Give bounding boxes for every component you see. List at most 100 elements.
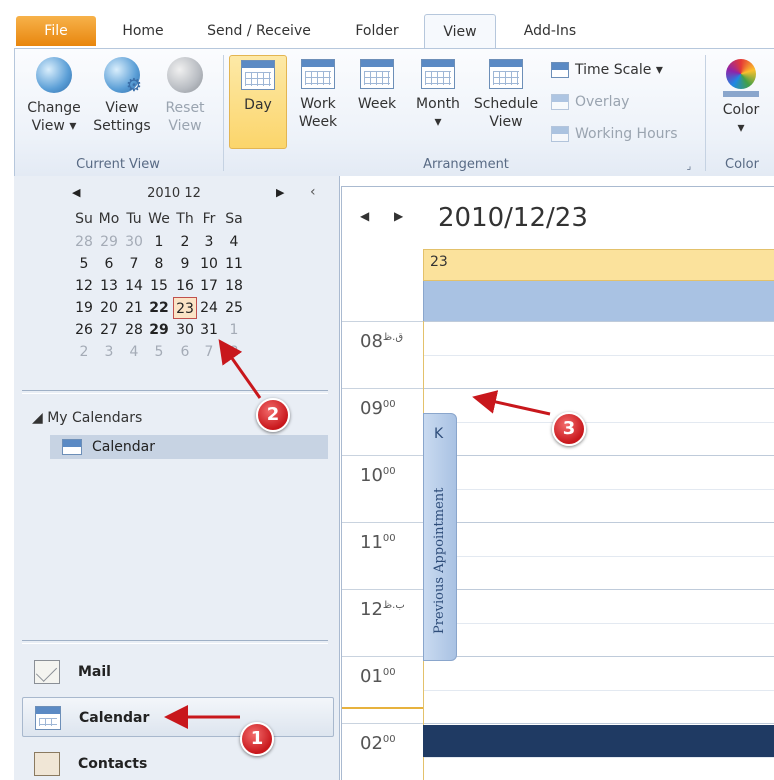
nav-buttons-splitter[interactable] — [22, 640, 328, 644]
week-button[interactable]: Week — [349, 59, 405, 113]
date-cell[interactable]: 22 — [147, 297, 171, 319]
date-cell[interactable]: 4 — [122, 341, 146, 363]
group-separator — [705, 55, 706, 171]
date-cell[interactable]: 27 — [97, 319, 121, 341]
date-cell[interactable]: 28 — [122, 319, 146, 341]
date-cell[interactable]: 7 — [197, 341, 221, 363]
reset-view-button[interactable]: Reset View — [155, 57, 215, 135]
hour-slot-line — [424, 656, 774, 657]
calendar-folder-item[interactable]: Calendar — [50, 435, 328, 459]
tab-file[interactable]: File — [16, 16, 96, 46]
date-cell[interactable]: 2 — [72, 341, 96, 363]
date-cell[interactable]: 24 — [197, 297, 221, 319]
day-time-grid[interactable] — [423, 321, 774, 780]
view-settings-button[interactable]: ⚙ View Settings — [89, 57, 155, 135]
tab-folder[interactable]: Folder — [344, 14, 410, 48]
date-cell[interactable]: 21 — [122, 297, 146, 319]
tab-send-receive[interactable]: Send / Receive — [196, 14, 322, 48]
date-cell[interactable]: 30 — [173, 319, 197, 341]
date-cell[interactable]: 3 — [97, 341, 121, 363]
collapse-pane-icon[interactable]: ‹ — [310, 184, 316, 200]
next-month-arrow-icon[interactable]: ▶ — [276, 186, 284, 199]
pane-splitter[interactable] — [22, 390, 328, 394]
time-scale-button[interactable]: Time Scale ▾ — [549, 59, 663, 81]
date-cell[interactable]: 25 — [222, 297, 246, 319]
date-cell[interactable]: 6 — [97, 253, 121, 275]
day-view-button[interactable]: Day — [229, 55, 287, 149]
hour-divider — [342, 388, 423, 389]
date-cell[interactable]: 7 — [122, 253, 146, 275]
work-week-button[interactable]: Work Week — [289, 59, 347, 131]
month-label: Month — [416, 96, 460, 112]
day-column-header[interactable]: 23 — [423, 249, 774, 281]
tab-home[interactable]: Home — [112, 14, 174, 48]
working-hours-button[interactable]: Working Hours — [549, 123, 678, 145]
date-cell[interactable]: 30 — [122, 231, 146, 253]
date-cell[interactable]: 19 — [72, 297, 96, 319]
arrangement-dialog-launcher[interactable]: ⌟ — [681, 161, 697, 172]
change-view-button[interactable]: Change View ▾ — [19, 57, 89, 135]
date-cell[interactable]: 8 — [147, 253, 171, 275]
date-cell[interactable]: 14 — [122, 275, 146, 297]
date-cell[interactable]: 5 — [72, 253, 96, 275]
date-cell[interactable]: 13 — [97, 275, 121, 297]
color-swatch — [723, 91, 759, 97]
color-wheel-icon — [726, 59, 756, 89]
date-cell[interactable]: 2 — [173, 231, 197, 253]
date-cell[interactable]: 1 — [147, 231, 171, 253]
hour-suffix: 00 — [382, 667, 396, 678]
date-cell[interactable]: 4 — [222, 231, 246, 253]
month-button[interactable]: Month ▾ — [409, 59, 467, 131]
tab-view[interactable]: View — [424, 14, 496, 48]
navigation-pane: ◀ 2010 12 ▶ ‹ Su Mo Tu We Th Fr Sa 28 29 30 1 2 3 4 5 6… — [14, 176, 340, 780]
date-cell[interactable]: 11 — [222, 253, 246, 275]
day-of-week-label: Mo — [98, 211, 120, 227]
date-cell[interactable]: 28 — [72, 231, 96, 253]
color-button[interactable]: Color ▾ — [711, 59, 771, 137]
work-week-label-2: Week — [298, 114, 338, 130]
date-cell[interactable]: 31 — [197, 319, 221, 341]
tab-add-ins[interactable]: Add-Ins — [510, 14, 590, 48]
date-cell[interactable]: 20 — [97, 297, 121, 319]
appointment-block[interactable] — [423, 725, 774, 757]
date-cell[interactable]: 18 — [222, 275, 246, 297]
date-cell[interactable]: 6 — [173, 341, 197, 363]
date-cell[interactable]: 15 — [147, 275, 171, 297]
month-dropdown-arrow: ▾ — [434, 114, 442, 130]
nav-contacts-button[interactable]: Contacts — [22, 744, 334, 780]
view-back-arrow-icon[interactable]: ◀ — [360, 209, 369, 223]
contacts-icon — [34, 752, 60, 776]
view-forward-arrow-icon[interactable]: ▶ — [394, 209, 403, 223]
ribbon-tab-bar: File Home Send / Receive Folder View Add… — [0, 0, 774, 48]
hour-suffix: ق.ظ — [382, 332, 404, 343]
overlay-button[interactable]: Overlay — [549, 91, 629, 113]
date-cell[interactable]: 5 — [147, 341, 171, 363]
my-calendars-header[interactable]: ◢ My Calendars — [32, 410, 142, 426]
hour-slot-line — [424, 321, 774, 322]
date-cell[interactable]: 12 — [72, 275, 96, 297]
nav-calendar-button[interactable]: Calendar — [22, 697, 334, 737]
nav-contacts-label: Contacts — [78, 756, 148, 772]
date-cell[interactable]: 8 — [222, 341, 246, 363]
reset-view-label: Reset — [165, 100, 205, 116]
schedule-view-button[interactable]: Schedule View — [469, 59, 543, 131]
selected-date-cell[interactable]: 23 — [173, 297, 197, 319]
week-calendar-icon — [360, 59, 394, 89]
date-cell[interactable]: 10 — [197, 253, 221, 275]
date-cell[interactable]: 17 — [197, 275, 221, 297]
date-cell[interactable]: 3 — [197, 231, 221, 253]
date-cell[interactable]: 9 — [173, 253, 197, 275]
all-day-event-area[interactable] — [423, 281, 774, 321]
date-cell[interactable]: 26 — [72, 319, 96, 341]
date-cell[interactable]: 29 — [147, 319, 171, 341]
previous-appointment-button[interactable]: K Previous Appointment — [423, 413, 457, 661]
date-cell[interactable]: 16 — [173, 275, 197, 297]
previous-month-arrow-icon[interactable]: ◀ — [72, 186, 80, 199]
day-of-week-label: Su — [75, 211, 93, 227]
date-cell[interactable]: 1 — [222, 319, 246, 341]
hour-divider — [342, 455, 423, 456]
hour-suffix: 00 — [382, 533, 396, 544]
date-cell[interactable]: 29 — [97, 231, 121, 253]
nav-mail-button[interactable]: Mail — [22, 652, 334, 692]
previous-appointment-label: Previous Appointment — [432, 487, 447, 634]
